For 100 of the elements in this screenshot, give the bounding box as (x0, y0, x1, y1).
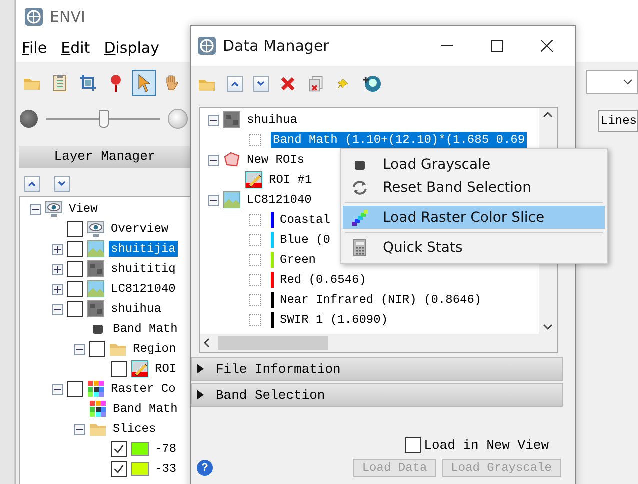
checkbox[interactable] (111, 361, 127, 377)
expand-arrow-icon (196, 390, 204, 400)
expand-toggle[interactable] (52, 264, 63, 274)
expand-toggle[interactable] (30, 204, 41, 214)
checkbox[interactable] (111, 441, 127, 457)
checkbox[interactable] (249, 314, 261, 326)
maximize-icon[interactable] (491, 40, 503, 52)
move-up-button[interactable] (227, 76, 243, 92)
tree-item[interactable]: Blue (0 (278, 232, 332, 248)
expand-toggle[interactable] (208, 194, 219, 206)
menu-item[interactable]: Quick Stats (343, 236, 605, 259)
tree-item[interactable]: Red (0.6546) (278, 272, 368, 288)
menu-item[interactable]: File (22, 39, 48, 57)
scroll-up-icon[interactable] (543, 112, 553, 118)
caret-down-icon (256, 79, 266, 89)
close-icon[interactable] (541, 40, 553, 52)
checkbox[interactable] (67, 301, 83, 317)
move-down-button[interactable] (253, 76, 269, 92)
scroll-down-icon[interactable] (543, 324, 553, 330)
move-down-button[interactable] (54, 176, 70, 192)
tree-item[interactable]: Near Infrared (NIR) (0.8646) (278, 292, 484, 308)
checkbox[interactable] (249, 274, 261, 286)
layer-name[interactable]: Region (131, 341, 178, 357)
expand-toggle[interactable] (74, 424, 85, 434)
checkbox[interactable] (249, 254, 261, 266)
help-button[interactable]: ? (197, 460, 213, 476)
caret-up-icon (27, 179, 37, 189)
layer-name[interactable]: shuitijia (109, 241, 178, 257)
expand-toggle[interactable] (208, 154, 219, 166)
menu-item[interactable]: Reset Band Selection (343, 176, 605, 199)
light-knob-icon (168, 109, 188, 129)
expand-arrow-icon (196, 364, 204, 374)
expand-toggle[interactable] (208, 114, 219, 126)
expand-toggle[interactable] (52, 384, 63, 394)
checkbox[interactable] (67, 261, 83, 277)
documents-icon[interactable] (307, 75, 325, 93)
pencil-icon (245, 171, 263, 189)
expand-toggle[interactable] (74, 344, 85, 354)
layer-name[interactable]: -33 (153, 461, 179, 477)
checkbox[interactable] (89, 341, 105, 357)
tree-item[interactable]: Coastal (278, 212, 332, 228)
menu-item[interactable]: Load Raster Color Slice (343, 206, 605, 229)
menu-item[interactable]: Display (104, 39, 160, 57)
window-title: ENVI (50, 8, 86, 26)
layer-name[interactable]: LC8121040 (109, 281, 178, 297)
lines-button[interactable]: Lines (598, 110, 638, 132)
checkbox[interactable] (111, 461, 127, 477)
tree-item[interactable]: Band Math (1.10+(12.10)*(1.685 0.69 (271, 132, 528, 148)
layer-name[interactable]: Band Math (111, 321, 180, 337)
tree-item[interactable]: LC8121040 (245, 192, 314, 208)
image-icon (223, 191, 241, 209)
magnifier-icon[interactable] (361, 73, 383, 95)
section-header[interactable]: Band Selection (191, 383, 563, 407)
checkbox[interactable] (405, 437, 422, 453)
tree-item[interactable]: ROI #1 (267, 172, 314, 188)
layer-name[interactable]: shuititiq (109, 261, 178, 277)
checkbox[interactable] (67, 281, 83, 297)
expand-toggle[interactable] (52, 284, 63, 294)
calculator-icon (351, 238, 369, 256)
polygon-icon (223, 151, 241, 169)
checkbox[interactable] (249, 214, 261, 226)
caret-down-icon (57, 179, 67, 189)
globe-icon (197, 36, 217, 56)
tree-item[interactable]: Green (278, 252, 318, 268)
horizontal-scrollbar[interactable] (200, 334, 557, 352)
menu-item[interactable]: Edit (61, 39, 90, 57)
globe-icon (24, 7, 44, 27)
layer-name[interactable]: Overview (109, 221, 171, 237)
layer-name[interactable]: View (67, 201, 100, 217)
checkbox[interactable] (249, 294, 261, 306)
checkbox[interactable] (67, 221, 83, 237)
move-up-button[interactable] (24, 176, 40, 192)
layer-name[interactable]: -78 (153, 441, 179, 457)
dark-knob-icon (20, 110, 38, 128)
checkbox-label: Load in New View (424, 438, 549, 452)
window-title: Data Manager (223, 37, 330, 55)
checkbox[interactable] (249, 134, 261, 146)
caret-up-icon (230, 79, 240, 89)
section-header[interactable]: File Information (191, 357, 563, 381)
layer-name[interactable]: Band Math (111, 401, 180, 417)
checkbox[interactable] (67, 241, 83, 257)
expand-toggle[interactable] (52, 244, 63, 254)
dropdown-field[interactable] (586, 70, 638, 94)
scroll-left-icon[interactable] (204, 338, 210, 348)
layer-name[interactable]: ROI (153, 361, 179, 377)
expand-toggle[interactable] (52, 304, 63, 314)
tree-item[interactable]: New ROIs (245, 152, 307, 168)
slider-thumb[interactable] (99, 110, 109, 128)
checkbox[interactable] (249, 234, 261, 246)
menu-item[interactable]: Load Grayscale (343, 153, 605, 176)
tree-item[interactable]: SWIR 1 (1.6090) (278, 312, 390, 328)
raster-icon (87, 260, 105, 278)
layer-name[interactable]: Slices (111, 421, 158, 437)
layer-name[interactable]: shuihua (109, 301, 164, 317)
tree-item[interactable]: shuihua (245, 112, 300, 128)
cursor-icon[interactable] (132, 70, 156, 96)
layer-name[interactable]: Raster Co (109, 381, 178, 397)
palette-icon (89, 400, 107, 418)
scrollbar-thumb[interactable] (218, 336, 328, 350)
checkbox[interactable] (67, 381, 83, 397)
